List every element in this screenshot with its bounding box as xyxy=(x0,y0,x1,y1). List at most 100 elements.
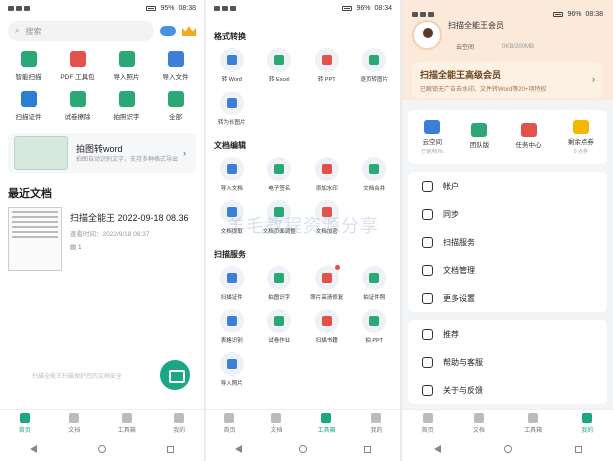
tab-label: 工具箱 xyxy=(317,428,336,434)
recents-icon[interactable] xyxy=(574,445,582,453)
tool-item[interactable]: 表格识别 xyxy=(208,309,256,344)
menu-label: 扫描服务 xyxy=(443,237,475,247)
tool-icon xyxy=(167,91,184,107)
list-item[interactable]: 扫描全能王 2022-09-18 08.36 查看时间：2022/9/18 08… xyxy=(0,207,204,271)
tab-item[interactable]: 文档 xyxy=(473,410,485,437)
tool-item[interactable]: 文档合并 xyxy=(351,157,399,192)
tool-item[interactable]: 试卷作业 xyxy=(256,309,304,344)
quick-item[interactable]: 团队版 xyxy=(470,123,489,151)
tab-item[interactable]: 文档 xyxy=(68,410,80,437)
tool-label: 导入照片 xyxy=(113,74,140,81)
tab-item[interactable]: 工具箱 xyxy=(524,410,542,437)
menu-item[interactable]: 同步 xyxy=(408,200,607,228)
vip-card[interactable]: 扫描全能王高级会员 已解锁无广告去水印、文件转Word等20+项特权 › xyxy=(412,62,603,98)
menu-label: 帮助与客服 xyxy=(443,357,483,367)
crown-icon[interactable] xyxy=(182,26,196,36)
tool-item[interactable]: 添加水印 xyxy=(303,157,351,192)
tool-item[interactable]: 扫描书籍 xyxy=(303,309,351,344)
avatar[interactable] xyxy=(412,20,442,50)
tab-label: 文档 xyxy=(472,428,485,434)
tab-item[interactable]: 我的 xyxy=(370,410,383,437)
tool-item[interactable]: 转 Excel xyxy=(256,48,304,83)
tool-label: 拍证件照 xyxy=(363,295,386,301)
tool-item[interactable]: 转为长图片 xyxy=(208,91,256,126)
tab-bar: 首页 文档 工具箱 我的 xyxy=(206,409,400,437)
tab-item[interactable]: 文档 xyxy=(270,410,283,437)
tool-label: 导入照片 xyxy=(220,381,243,387)
search-input[interactable]: ⌕ 搜索 xyxy=(8,21,154,41)
recents-icon[interactable] xyxy=(166,445,174,453)
tool-icon xyxy=(314,157,339,181)
banner-illustration xyxy=(14,136,68,170)
tab-icon xyxy=(528,413,539,423)
menu-item[interactable]: 推荐 xyxy=(408,320,607,348)
home-icon[interactable] xyxy=(503,445,512,453)
tab-label: 首页 xyxy=(223,428,236,434)
tool-label: 逐页转图片 xyxy=(360,77,388,83)
tab-item[interactable]: 我的 xyxy=(581,410,593,437)
tool-item[interactable]: 逐页转图片 xyxy=(351,48,399,83)
tool-item[interactable]: 智能扫描 xyxy=(4,51,53,81)
tool-item[interactable]: 导入文档 xyxy=(208,157,256,192)
system-nav xyxy=(206,437,400,461)
tool-icon xyxy=(219,48,244,72)
tool-item[interactable]: 试卷擦除 xyxy=(53,91,102,121)
tool-item[interactable]: 拍证件照 xyxy=(351,266,399,301)
menu-item[interactable]: 帮助与客服 xyxy=(408,348,607,376)
quick-item[interactable]: 剩余点券 0 点券 xyxy=(568,119,594,155)
tool-item[interactable]: 拍照识字 xyxy=(102,91,151,121)
tool-item[interactable]: 转 PPT xyxy=(303,48,351,83)
tab-item[interactable]: 工具箱 xyxy=(118,410,136,437)
tool-item[interactable]: 电子签名 xyxy=(256,157,304,192)
photo-to-word-banner[interactable]: 拍图转word 拍图自动识别文字，支持多种格式导出 › xyxy=(8,133,196,173)
back-icon[interactable] xyxy=(234,445,242,453)
home-icon[interactable] xyxy=(97,445,106,453)
tab-item[interactable]: 我的 xyxy=(173,410,185,437)
menu-item[interactable]: 更多设置 xyxy=(408,284,607,312)
tool-label: 智能扫描 xyxy=(15,74,42,81)
tab-item[interactable]: 首页 xyxy=(223,410,236,437)
tool-item[interactable]: 导入照片 xyxy=(102,51,151,81)
tool-item[interactable]: 扫描证件 xyxy=(208,266,256,301)
cloud-badge[interactable]: 云空间 xyxy=(456,42,474,51)
quick-item[interactable]: 任务中心 xyxy=(516,123,542,151)
menu-label: 同步 xyxy=(443,209,459,219)
tool-item[interactable]: 拍 PPT xyxy=(351,309,399,344)
tool-label: 试卷作业 xyxy=(268,338,291,344)
tab-item[interactable]: 首页 xyxy=(422,410,434,437)
security-note: 扫描全能王扫描保护您的文档安全 xyxy=(32,374,123,380)
tool-item[interactable]: 全部 xyxy=(151,91,200,121)
tab-item[interactable]: 工具箱 xyxy=(317,410,336,437)
back-icon[interactable] xyxy=(433,445,441,453)
menu-item[interactable]: 关于与反馈 xyxy=(408,376,607,404)
support-menu: 推荐帮助与客服关于与反馈 xyxy=(408,320,607,404)
tool-icon xyxy=(267,48,292,72)
tool-item[interactable]: 拍图识字 xyxy=(256,266,304,301)
system-nav xyxy=(0,437,204,461)
tool-label: 转为长图片 xyxy=(217,120,246,126)
tool-item[interactable]: 照片高清修复 xyxy=(303,265,351,301)
tool-item[interactable]: 扫描证件 xyxy=(4,91,53,121)
tool-item[interactable]: 导入文件 xyxy=(151,51,200,81)
home-screen: 95% 08:38 ⌕ 搜索 智能扫描 PDF 工具包 导入照片 导入文件 扫描证件 试卷擦… xyxy=(0,0,204,461)
tool-item[interactable]: 导入照片 xyxy=(208,352,256,387)
recents-icon[interactable] xyxy=(364,445,372,453)
tab-item[interactable]: 首页 xyxy=(19,410,31,437)
home-icon[interactable] xyxy=(298,445,307,453)
cloud-icon[interactable] xyxy=(160,26,176,36)
doc-thumbnail xyxy=(8,207,62,271)
tab-label: 我的 xyxy=(581,428,594,434)
menu-icon xyxy=(422,384,433,396)
camera-button[interactable] xyxy=(160,360,190,390)
tool-icon xyxy=(362,48,387,72)
tool-item[interactable]: 转 Word xyxy=(208,48,256,83)
menu-item[interactable]: 扫描服务 xyxy=(408,228,607,256)
quick-sub: 已使用0% xyxy=(421,148,444,155)
tool-item[interactable]: PDF 工具包 xyxy=(53,51,102,81)
quick-item[interactable]: 云空间 已使用0% xyxy=(421,119,444,155)
tool-label: 全部 xyxy=(169,114,182,121)
back-icon[interactable] xyxy=(30,445,38,453)
menu-item[interactable]: 帐户 xyxy=(408,172,607,200)
menu-icon xyxy=(422,356,433,368)
menu-item[interactable]: 文档管理 xyxy=(408,256,607,284)
